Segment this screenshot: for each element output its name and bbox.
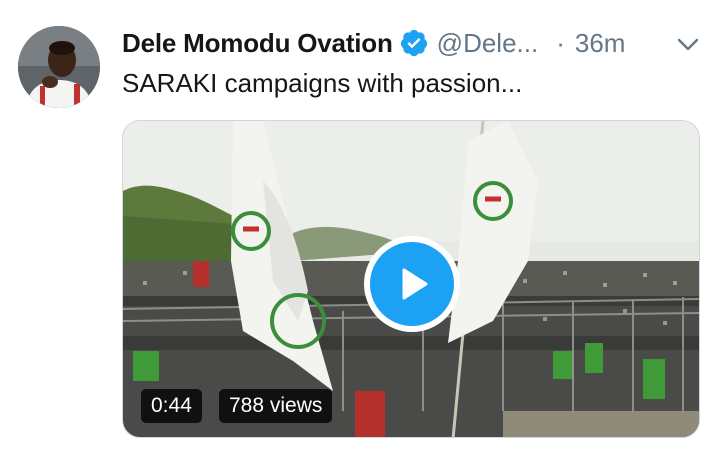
play-icon <box>370 242 454 326</box>
tweet-header: Dele Momodu Ovation @Dele... · 36m <box>122 26 625 60</box>
header-separator: · <box>556 27 565 58</box>
play-button[interactable] <box>364 236 460 332</box>
verified-badge-icon <box>399 28 429 58</box>
video-player[interactable]: 0:44 788 views <box>122 120 700 438</box>
tweet-card[interactable]: Dele Momodu Ovation @Dele... · 36m SARAK… <box>0 0 720 455</box>
author-display-name[interactable]: Dele Momodu Ovation <box>122 28 393 59</box>
video-view-count: 788 views <box>219 389 333 423</box>
tweet-text: SARAKI campaigns with passion... <box>122 68 523 98</box>
chevron-down-icon[interactable] <box>676 32 700 56</box>
author-handle[interactable]: @Dele... <box>437 28 539 59</box>
tweet-timestamp[interactable]: 36m <box>575 28 626 59</box>
video-duration: 0:44 <box>141 389 202 423</box>
avatar[interactable] <box>18 26 100 108</box>
